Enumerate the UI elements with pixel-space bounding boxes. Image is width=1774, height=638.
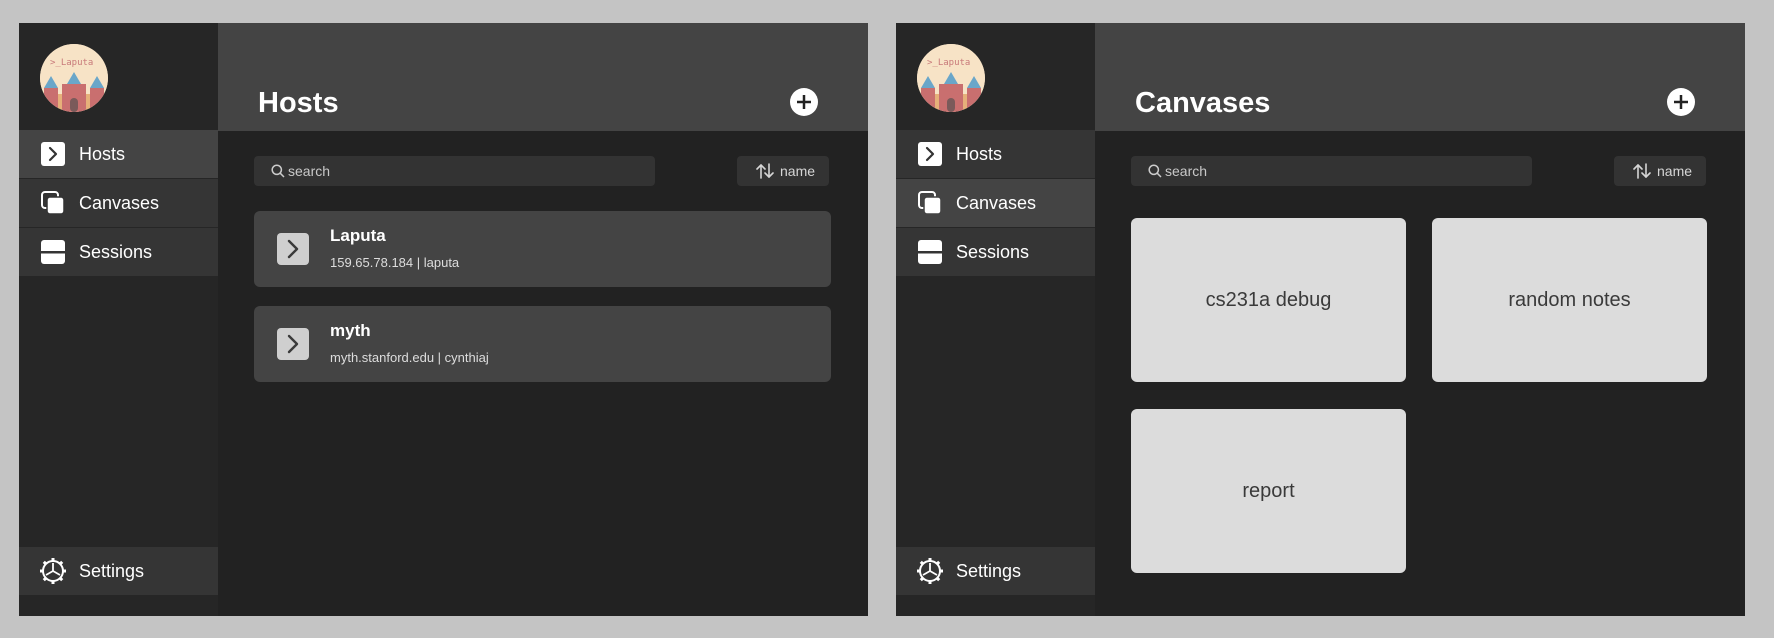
laputa-logo: >_Laputa [917,44,985,112]
settings-label: Settings [79,561,145,581]
sidebar-item-label: Canvases [79,193,160,213]
sort-button[interactable]: name [1614,156,1706,186]
sidebar-item-label: Sessions [79,242,153,262]
stacked-squares-icon [41,191,65,215]
sort-arrows-icon [756,163,774,184]
chevron-right-icon [41,142,65,166]
search-icon [1148,164,1162,183]
chevron-right-icon [277,233,309,265]
stacked-squares-icon [918,191,942,215]
sidebar: >_Laputa Hosts Canvases Sessions Setting… [896,23,1095,616]
sidebar-item-label: Hosts [79,144,126,164]
gear-icon [39,557,67,585]
host-name: Laputa [330,226,386,245]
host-name: myth [330,321,371,340]
sort-label: name [780,163,816,179]
page-header: Hosts [218,23,868,131]
page-header: Canvases [1095,23,1745,131]
plus-icon [797,95,811,109]
sidebar-item-hosts[interactable]: Hosts [19,130,218,178]
split-rectangle-icon [918,240,942,264]
settings-label: Settings [956,561,1022,581]
canvas-card-report[interactable]: report [1131,409,1406,573]
gear-icon [916,557,944,585]
sort-button[interactable]: name [737,156,829,186]
chevron-right-icon [918,142,942,166]
canvas-title: cs231a debug [1205,288,1332,311]
hosts-window: >_Laputa Hosts Canvases Sessions Setting… [19,23,868,616]
page-title: Canvases [1135,87,1271,119]
canvas-title: random notes [1508,288,1631,311]
sidebar-item-label: Canvases [956,193,1037,213]
sidebar-item-settings[interactable]: Settings [896,547,1095,595]
canvas-title: report [1242,479,1295,502]
search-input[interactable] [1165,156,1515,186]
search-bar [1131,156,1532,186]
sidebar-item-label: Sessions [956,242,1030,262]
add-canvas-button[interactable] [1667,88,1695,116]
split-rectangle-icon [41,240,65,264]
search-icon [271,164,285,183]
sort-label: name [1657,163,1693,179]
host-detail: myth.stanford.edu | cynthiaj [330,350,489,365]
logo-text: >_Laputa [927,58,970,68]
canvases-window: >_Laputa Hosts Canvases Sessions Setting… [896,23,1745,616]
page-title: Hosts [258,87,339,119]
plus-icon [1674,95,1688,109]
search-bar [254,156,655,186]
sort-arrows-icon [1633,163,1651,184]
host-card-laputa[interactable]: Laputa 159.65.78.184 | laputa [254,211,831,287]
add-host-button[interactable] [790,88,818,116]
sidebar-item-canvases[interactable]: Canvases [19,179,218,227]
sidebar-item-canvases[interactable]: Canvases [896,179,1095,227]
host-detail: 159.65.78.184 | laputa [330,255,460,270]
search-input[interactable] [288,156,638,186]
canvas-card-random-notes[interactable]: random notes [1432,218,1707,382]
canvas-card-cs231a-debug[interactable]: cs231a debug [1131,218,1406,382]
sidebar-item-settings[interactable]: Settings [19,547,218,595]
host-card-myth[interactable]: myth myth.stanford.edu | cynthiaj [254,306,831,382]
sidebar-item-sessions[interactable]: Sessions [19,228,218,276]
laputa-logo: >_Laputa [40,44,108,112]
logo-text: >_Laputa [50,58,93,68]
sidebar-item-sessions[interactable]: Sessions [896,228,1095,276]
chevron-right-icon [277,328,309,360]
sidebar-item-hosts[interactable]: Hosts [896,130,1095,178]
sidebar: >_Laputa Hosts Canvases Sessions Setting… [19,23,218,616]
sidebar-item-label: Hosts [956,144,1003,164]
